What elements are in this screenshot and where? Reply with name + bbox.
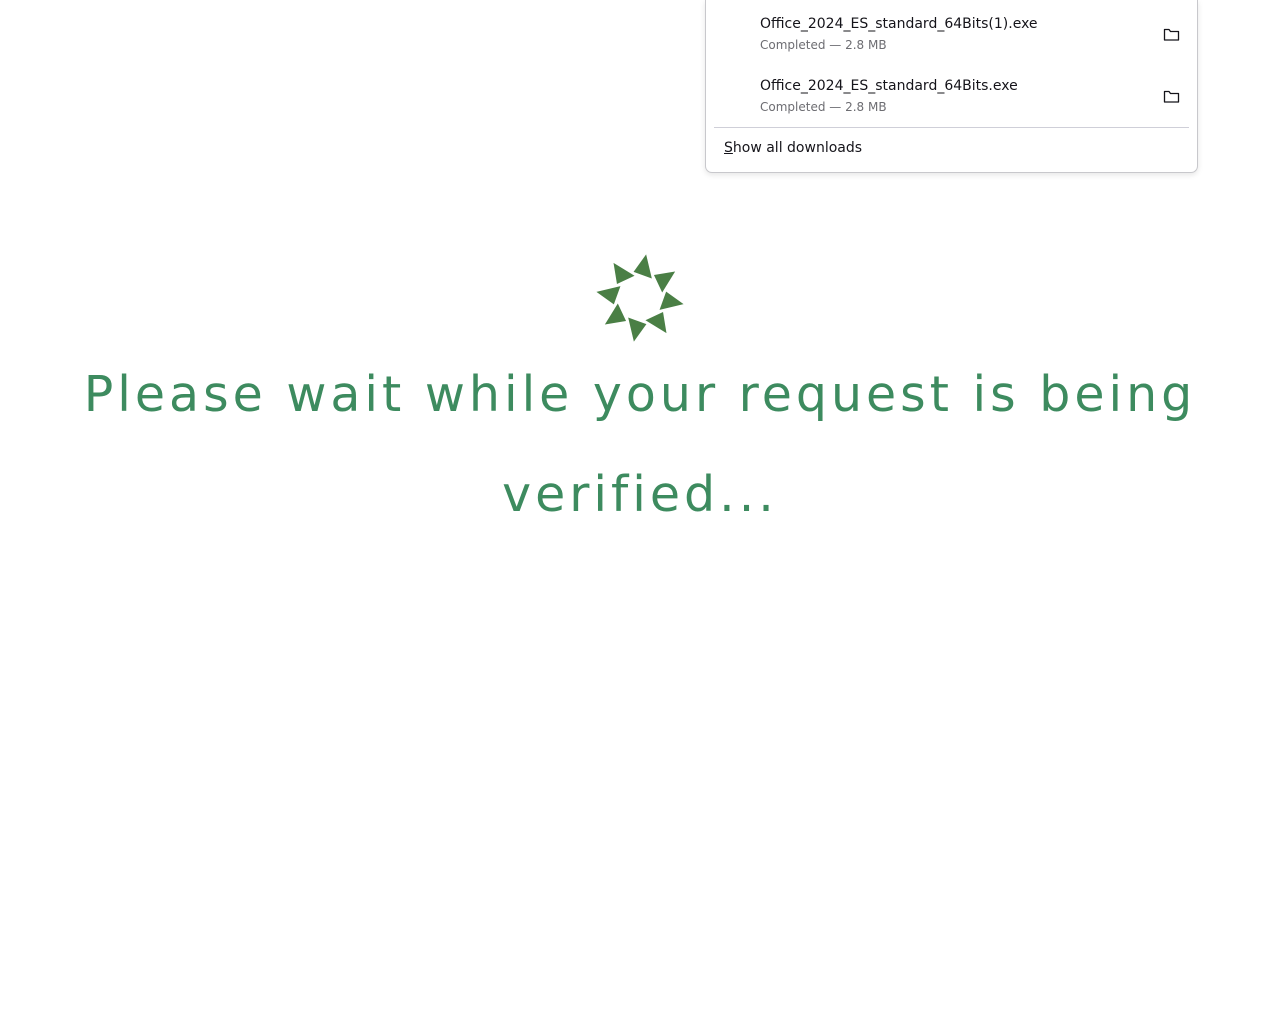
download-item[interactable]: Office_2024_ES_standard_64Bits(1).exe Co… (706, 0, 1197, 62)
folder-icon[interactable] (1161, 86, 1181, 106)
divider (714, 127, 1189, 128)
download-item[interactable]: Office_2024_ES_standard_64Bits.exe Compl… (706, 62, 1197, 124)
spinner-blade (659, 291, 684, 310)
spinner-blade (596, 286, 621, 305)
download-status: Completed — 2.8 MB (760, 38, 887, 52)
page: Office_2024_ES_standard_64Bits(1).exe Co… (0, 0, 1280, 1024)
spinner-blade (613, 262, 635, 285)
folder-icon[interactable] (1161, 24, 1181, 44)
spinner-blade (628, 317, 647, 342)
spinner-blade (633, 254, 652, 279)
download-filename: Office_2024_ES_standard_64Bits(1).exe (760, 16, 1038, 32)
show-all-accel-key: S (724, 140, 733, 156)
download-filename: Office_2024_ES_standard_64Bits.exe (760, 78, 1018, 94)
spinner-blade (653, 271, 676, 293)
download-status: Completed — 2.8 MB (760, 100, 887, 114)
spinner-icon (596, 254, 684, 342)
verification-message: Please wait while your request is being … (83, 366, 1197, 523)
spinner-blade (604, 303, 627, 325)
show-all-downloads-button[interactable]: Show all downloads (724, 140, 862, 156)
downloads-panel: Office_2024_ES_standard_64Bits(1).exe Co… (705, 0, 1198, 173)
spinner-blade (645, 311, 667, 334)
show-all-label: how all downloads (732, 140, 863, 156)
